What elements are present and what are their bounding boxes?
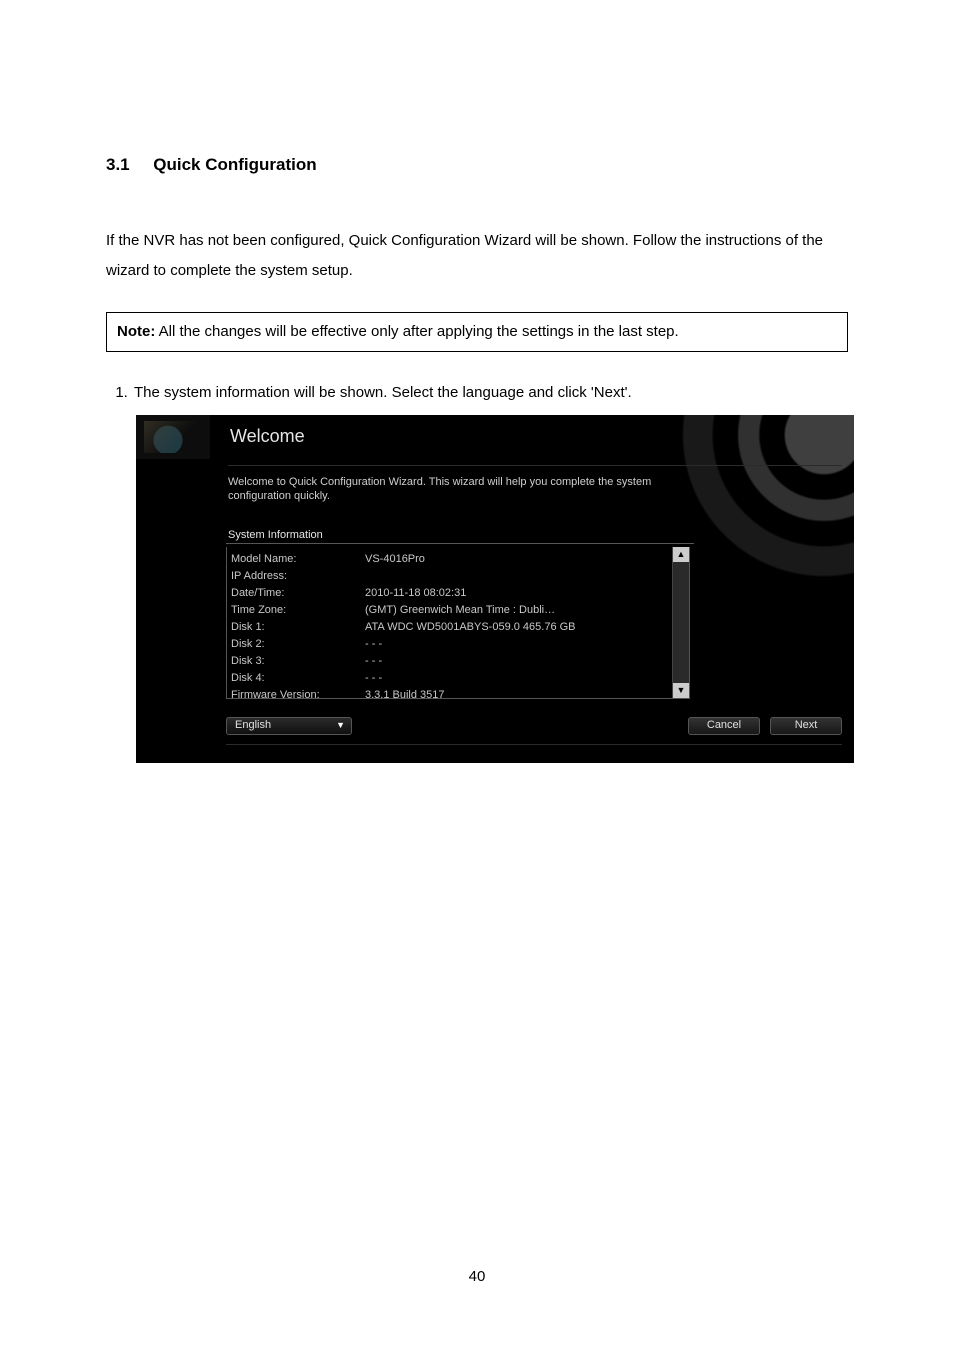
table-row: Disk 4:- - - bbox=[231, 670, 672, 687]
wizard-intro-line2: configuration quickly. bbox=[228, 490, 330, 502]
row-key: Disk 4: bbox=[231, 670, 365, 687]
row-key: Disk 1: bbox=[231, 619, 365, 636]
row-val: - - - bbox=[365, 653, 382, 670]
chevron-up-icon: ▲ bbox=[677, 549, 686, 559]
steps-list: The system information will be shown. Se… bbox=[106, 382, 848, 405]
next-button-label: Next bbox=[795, 717, 818, 734]
row-val: 3.3.1 Build 3517 bbox=[365, 687, 445, 704]
chevron-down-icon: ▼ bbox=[677, 685, 686, 695]
note-label: Note: bbox=[117, 323, 155, 340]
note-text: All the changes will be effective only a… bbox=[155, 323, 678, 340]
row-key: Firmware Version: bbox=[231, 687, 365, 704]
row-val: - - - bbox=[365, 636, 382, 653]
language-value: English bbox=[235, 717, 271, 734]
cancel-button-label: Cancel bbox=[707, 717, 741, 734]
scrollbar[interactable]: ▲ ▼ bbox=[672, 547, 689, 698]
row-key: Time Zone: bbox=[231, 602, 365, 619]
note-box: Note: All the changes will be effective … bbox=[106, 312, 848, 353]
scrollbar-track[interactable] bbox=[673, 562, 689, 683]
wizard-footer: English ▼ Cancel Next bbox=[226, 715, 842, 737]
scroll-up-button[interactable]: ▲ bbox=[673, 547, 689, 562]
language-select[interactable]: English ▼ bbox=[226, 717, 352, 735]
row-val: ATA WDC WD5001ABYS-059.0 465.76 GB bbox=[365, 619, 576, 636]
row-key: IP Address: bbox=[231, 568, 365, 585]
divider bbox=[226, 543, 694, 544]
table-row: Firmware Version:3.3.1 Build 3517 bbox=[231, 687, 672, 704]
next-button[interactable]: Next bbox=[770, 717, 842, 735]
row-key: Disk 2: bbox=[231, 636, 365, 653]
row-val: VS-4016Pro bbox=[365, 551, 425, 568]
divider bbox=[228, 465, 842, 466]
chevron-down-icon: ▼ bbox=[336, 719, 345, 733]
row-key: Date/Time: bbox=[231, 585, 365, 602]
system-info-table: Model Name:VS-4016Pro IP Address: Date/T… bbox=[226, 547, 690, 699]
table-row: Disk 2:- - - bbox=[231, 636, 672, 653]
section-title-text: Quick Configuration bbox=[153, 155, 316, 174]
body-paragraph: If the NVR has not been configured, Quic… bbox=[106, 226, 848, 286]
step-1: The system information will be shown. Se… bbox=[132, 382, 848, 405]
cancel-button[interactable]: Cancel bbox=[688, 717, 760, 735]
wizard-intro-line1: Welcome to Quick Configuration Wizard. T… bbox=[228, 476, 651, 488]
wizard-intro: Welcome to Quick Configuration Wizard. T… bbox=[228, 475, 834, 504]
row-val: (GMT) Greenwich Mean Time : Dubli… bbox=[365, 602, 555, 619]
section-heading: 3.1 Quick Configuration bbox=[106, 152, 848, 178]
table-row: Date/Time:2010-11-18 08:02:31 bbox=[231, 585, 672, 602]
row-val: 2010-11-18 08:02:31 bbox=[365, 585, 466, 602]
row-key: Disk 3: bbox=[231, 653, 365, 670]
page-number: 40 bbox=[0, 1266, 954, 1289]
table-row: Disk 3:- - - bbox=[231, 653, 672, 670]
table-row: Model Name:VS-4016Pro bbox=[231, 551, 672, 568]
section-number: 3.1 bbox=[106, 155, 130, 174]
table-row: Time Zone:(GMT) Greenwich Mean Time : Du… bbox=[231, 602, 672, 619]
wizard-screenshot: Welcome Welcome to Quick Configuration W… bbox=[136, 415, 854, 763]
divider bbox=[226, 744, 842, 745]
table-row: Disk 1:ATA WDC WD5001ABYS-059.0 465.76 G… bbox=[231, 619, 672, 636]
wizard-title: Welcome bbox=[230, 423, 305, 450]
row-key: Model Name: bbox=[231, 551, 365, 568]
row-val: - - - bbox=[365, 670, 382, 687]
scroll-down-button[interactable]: ▼ bbox=[673, 683, 689, 698]
wizard-header: Welcome bbox=[136, 415, 854, 459]
system-info-heading: System Information bbox=[228, 527, 323, 544]
system-info-rows: Model Name:VS-4016Pro IP Address: Date/T… bbox=[227, 547, 672, 698]
table-row: IP Address: bbox=[231, 568, 672, 585]
